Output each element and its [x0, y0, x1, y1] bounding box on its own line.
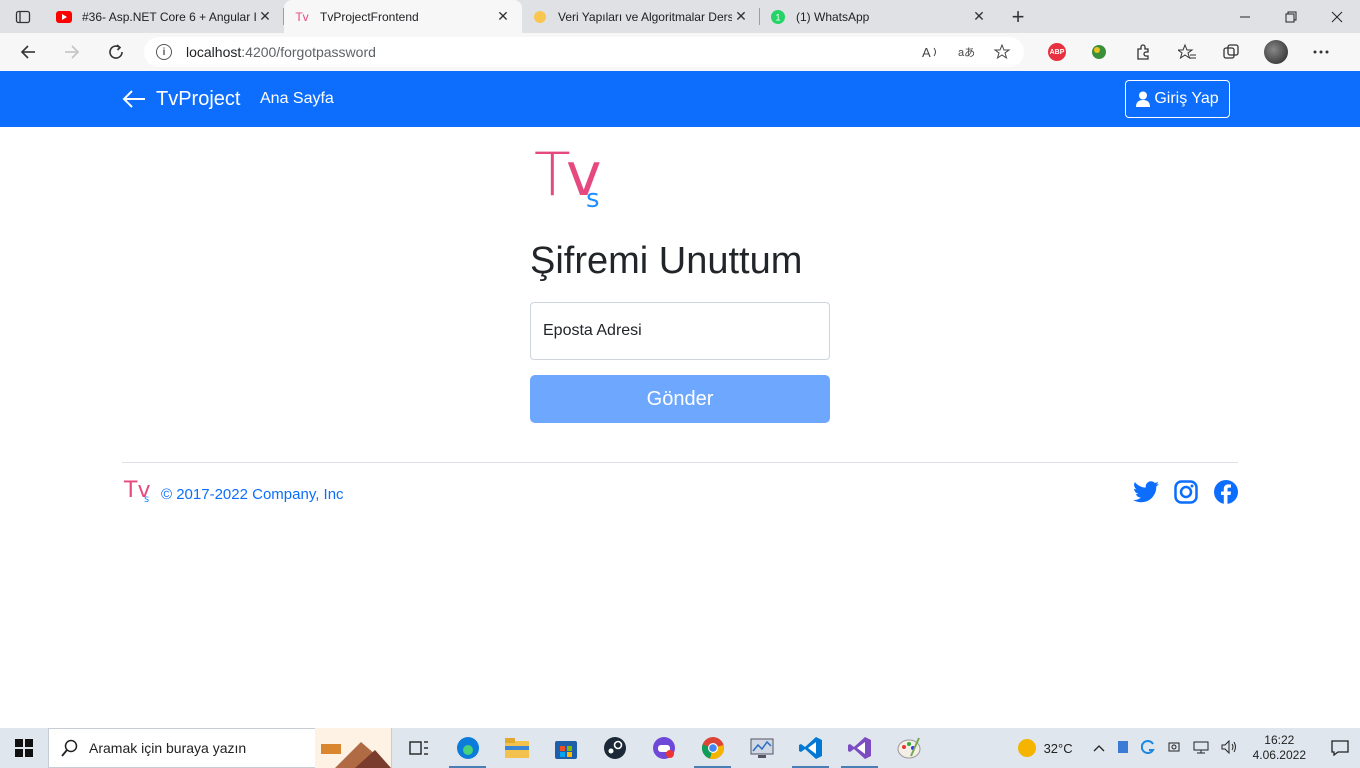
- close-tab-icon[interactable]: ✕: [970, 8, 988, 25]
- tray-app-icon[interactable]: [1117, 740, 1129, 757]
- tab-title: #36- Asp.NET Core 6 + Angular I: [82, 9, 256, 24]
- chevron-up-icon[interactable]: [1093, 741, 1105, 755]
- temperature: 32°C: [1043, 740, 1073, 756]
- forward-button[interactable]: [50, 33, 94, 71]
- tray-device-icon[interactable]: [1167, 740, 1181, 757]
- site-navbar: TvProject Ana Sayfa Giriş Yap: [0, 71, 1360, 127]
- email-input[interactable]: [543, 322, 817, 340]
- system-tray: 32°C 16:22 4.06.2022: [1017, 728, 1360, 768]
- tray-g-icon[interactable]: [1140, 739, 1155, 757]
- chrome-icon[interactable]: [688, 728, 737, 768]
- page-title: Şifremi Unuttum: [530, 240, 803, 282]
- network-icon[interactable]: [1193, 740, 1209, 757]
- facebook-icon[interactable]: [1213, 479, 1239, 505]
- store-icon[interactable]: [541, 728, 590, 768]
- tv-logo-icon: Tv: [295, 9, 309, 24]
- close-window-icon[interactable]: [1314, 0, 1360, 33]
- footer-divider: [122, 462, 1238, 463]
- tvproject-logo: T v s: [534, 140, 602, 214]
- submit-button[interactable]: Gönder: [530, 375, 830, 423]
- browser-tab-tvproject[interactable]: Tv TvProjectFrontend ✕: [284, 0, 522, 33]
- brand-link[interactable]: TvProject: [122, 71, 240, 127]
- social-links: [1133, 479, 1239, 505]
- sun-icon: [1017, 739, 1036, 757]
- extension-globe-icon[interactable]: [1088, 41, 1110, 63]
- refresh-icon: [109, 44, 123, 59]
- tab-actions-icon: [15, 10, 31, 23]
- email-field[interactable]: [530, 302, 830, 360]
- site-info-icon[interactable]: i: [156, 44, 172, 60]
- notification-icon[interactable]: [1320, 740, 1360, 756]
- restore-icon[interactable]: [1268, 0, 1314, 33]
- clock[interactable]: 16:22 4.06.2022: [1253, 733, 1306, 763]
- browser-tab-youtube[interactable]: #36- Asp.NET Core 6 + Angular I ✕: [46, 0, 284, 33]
- steam-icon[interactable]: [590, 728, 639, 768]
- close-tab-icon[interactable]: ✕: [256, 8, 274, 25]
- vscode-icon[interactable]: [786, 728, 835, 768]
- browser-toolbar: i localhost:4200/forgotpassword A aあ ABP: [0, 33, 1360, 71]
- start-button[interactable]: [0, 728, 48, 768]
- clock-date: 4.06.2022: [1252, 748, 1306, 762]
- monitor-app-icon[interactable]: [737, 728, 786, 768]
- game-launcher-icon[interactable]: [639, 728, 688, 768]
- profile-avatar[interactable]: [1264, 40, 1288, 64]
- read-aloud-icon[interactable]: A: [922, 44, 940, 60]
- add-favorite-icon[interactable]: [994, 44, 1012, 60]
- extensions-icon[interactable]: [1132, 41, 1154, 63]
- twitter-icon[interactable]: [1133, 479, 1159, 505]
- paint-icon[interactable]: [884, 728, 933, 768]
- tab-title: Veri Yapıları ve Algoritmalar Ders: [558, 9, 732, 24]
- tab-actions-button[interactable]: [0, 0, 46, 33]
- search-placeholder: Aramak için buraya yazın: [89, 740, 247, 756]
- footer-logo: Tv s: [124, 478, 151, 505]
- favorites-icon[interactable]: [1176, 41, 1198, 63]
- tab-title: TvProjectFrontend: [320, 9, 419, 24]
- browser-tab-algorithms[interactable]: Veri Yapıları ve Algoritmalar Ders ✕: [522, 0, 760, 33]
- more-options-icon[interactable]: [1310, 41, 1332, 63]
- windows-icon: [15, 739, 33, 757]
- arrow-left-icon: [122, 90, 145, 108]
- brand-name: TvProject: [156, 87, 241, 110]
- collections-icon[interactable]: [1220, 41, 1242, 63]
- search-icon: [61, 739, 78, 757]
- arrow-left-icon: [20, 45, 35, 59]
- weather-widget[interactable]: 32°C: [1017, 739, 1073, 757]
- window-controls: [1222, 0, 1360, 33]
- tab-title: (1) WhatsApp: [796, 9, 870, 24]
- volume-icon[interactable]: [1221, 739, 1237, 757]
- clock-time: 16:22: [1264, 733, 1295, 747]
- back-button[interactable]: [6, 33, 50, 71]
- copyright-text: © 2017-2022 Company, Inc: [161, 486, 344, 503]
- windows-taskbar: Aramak için buraya yazın 32°C 16:22 4.06…: [0, 728, 1360, 768]
- instagram-icon[interactable]: [1173, 479, 1199, 505]
- login-label: Giriş Yap: [1154, 90, 1219, 107]
- visual-studio-icon[interactable]: [835, 728, 884, 768]
- edge-app-icon[interactable]: [443, 728, 492, 768]
- whatsapp-icon: 1: [770, 9, 786, 25]
- circle-icon: [532, 9, 548, 25]
- svg-text:aあ: aあ: [958, 46, 975, 59]
- translate-icon[interactable]: aあ: [958, 44, 976, 60]
- file-explorer-icon[interactable]: [492, 728, 541, 768]
- minimize-icon[interactable]: [1222, 0, 1268, 33]
- youtube-icon: [56, 9, 72, 25]
- task-view-icon[interactable]: [394, 728, 443, 768]
- svg-text:1: 1: [775, 12, 780, 22]
- arrow-right-icon: [65, 45, 80, 59]
- svg-text:A: A: [922, 45, 931, 60]
- nav-link-home[interactable]: Ana Sayfa: [260, 71, 334, 127]
- browser-tab-strip: #36- Asp.NET Core 6 + Angular I ✕ Tv TvP…: [0, 0, 1360, 33]
- address-bar[interactable]: i localhost:4200/forgotpassword A aあ: [144, 37, 1024, 67]
- taskbar-search[interactable]: Aramak için buraya yazın: [48, 728, 392, 768]
- search-highlight-image: [315, 728, 391, 768]
- new-tab-button[interactable]: +: [998, 0, 1038, 33]
- close-tab-icon[interactable]: ✕: [494, 8, 512, 25]
- user-icon: [1136, 91, 1151, 107]
- url-text: localhost:4200/forgotpassword: [186, 44, 376, 60]
- browser-tab-whatsapp[interactable]: 1 (1) WhatsApp ✕: [760, 0, 998, 33]
- login-button[interactable]: Giriş Yap: [1125, 80, 1230, 118]
- close-tab-icon[interactable]: ✕: [732, 8, 750, 25]
- adblock-icon[interactable]: ABP: [1048, 43, 1066, 61]
- refresh-button[interactable]: [94, 33, 138, 71]
